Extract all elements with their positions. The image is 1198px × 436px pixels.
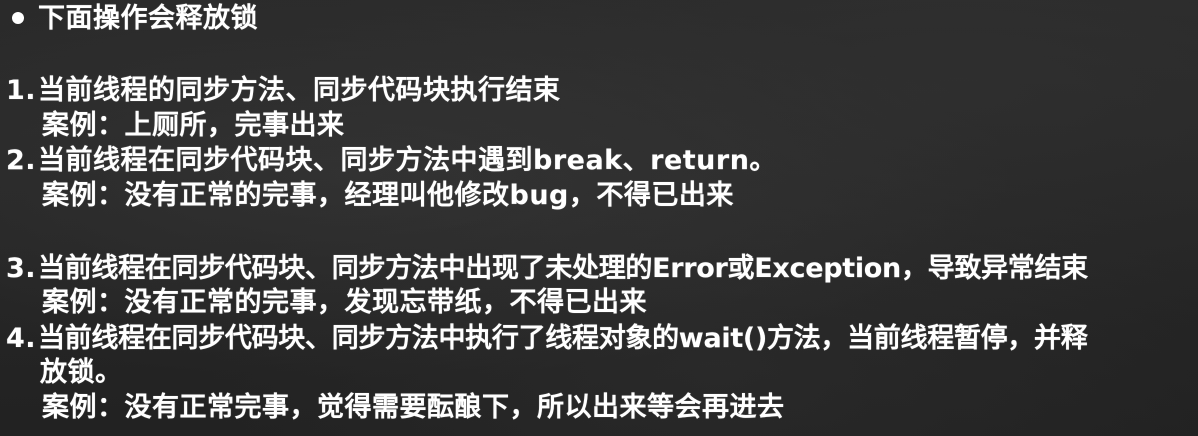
item-1-text: 当前线程的同步方法、同步代码块执行结束 — [38, 75, 561, 106]
slide: 下面操作会释放锁 1. 当前线程的同步方法、同步代码块执行结束 案例：上厕所，完… — [0, 0, 1198, 436]
item-1-number: 1. — [6, 75, 37, 106]
item-4-text-continued: 放锁。 — [40, 357, 123, 388]
item-3-example: 案例：没有正常的完事，发现忘带纸，不得已出来 — [42, 287, 647, 318]
item-1-example: 案例：上厕所，完事出来 — [42, 110, 345, 141]
bullet-dot-icon — [12, 12, 24, 24]
item-4-example: 案例：没有正常完事，觉得需要酝酿下，所以出来等会再进去 — [42, 392, 785, 423]
item-4-text: 当前线程在同步代码块、同步方法中执行了线程对象的wait()方法，当前线程暂停，… — [38, 323, 1088, 354]
item-2-number: 2. — [6, 145, 37, 176]
item-2-example: 案例：没有正常的完事，经理叫他修改bug，不得已出来 — [42, 180, 734, 211]
heading-text: 下面操作会释放锁 — [38, 3, 258, 34]
item-3-number: 3. — [6, 253, 37, 284]
item-3-text: 当前线程在同步代码块、同步方法中出现了未处理的Error或Exception，导… — [38, 253, 1088, 284]
item-4-number: 4. — [6, 323, 37, 354]
item-2-text: 当前线程在同步代码块、同步方法中遇到break、return。 — [38, 145, 777, 176]
